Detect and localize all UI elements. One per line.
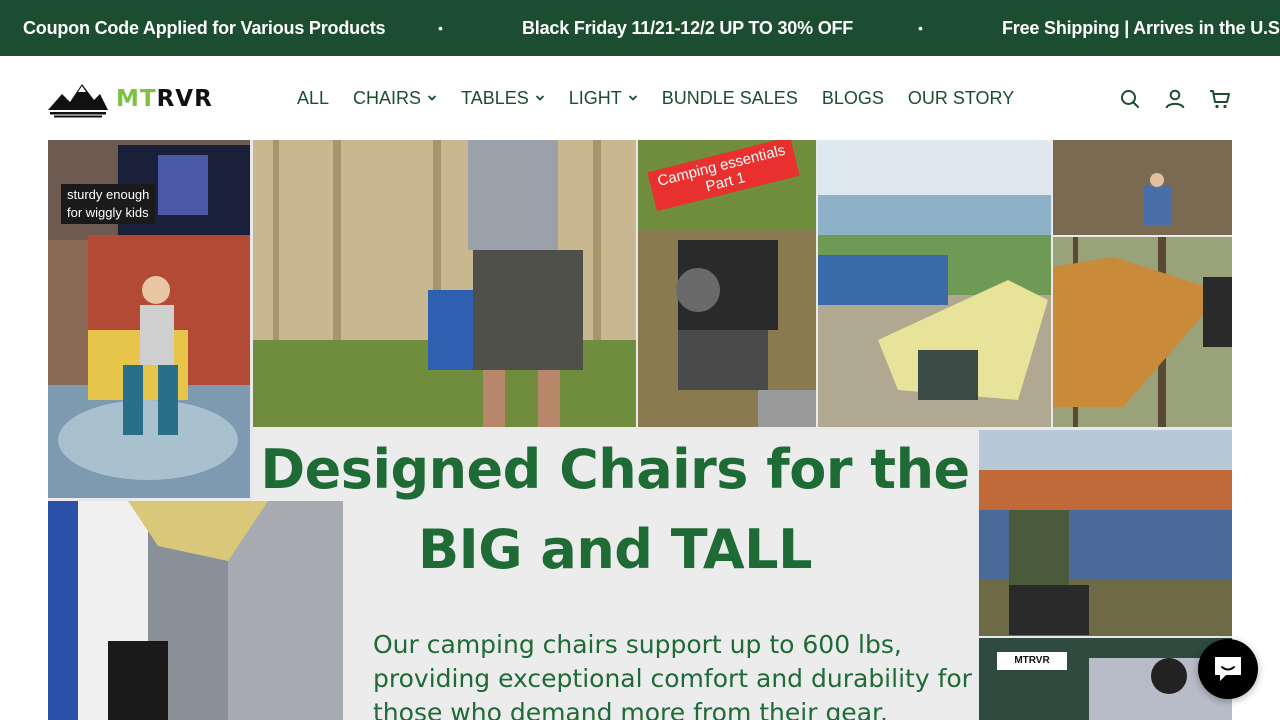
mountain-logo-icon [48, 84, 108, 118]
caption-kids: sturdy enough for wiggly kids [61, 184, 156, 224]
announcement-message[interactable]: Black Friday 11/21-12/2 UP TO 30% OFF [522, 0, 853, 56]
nav-label: OUR STORY [907, 87, 1015, 108]
announcement-separator: • [918, 20, 923, 36]
photo-lake-sunset [979, 430, 1232, 636]
chevron-down-icon [427, 95, 437, 101]
headline-panel: Designed Chairs for the BIG and TALL Our… [253, 430, 977, 720]
hero-body-text: Our camping chairs support up to 600 lbs… [373, 630, 972, 720]
nav-label: LIGHT [568, 87, 622, 108]
site-logo[interactable]: MTRVR [48, 80, 238, 118]
photo-porch-image [48, 501, 343, 720]
nav-label: CHAIRS [353, 87, 422, 108]
photo-fence-chair-image [253, 140, 636, 427]
photo-lake-sunset-image [979, 430, 1232, 636]
hero-banner[interactable]: sturdy enough for wiggly kids Camping es… [48, 140, 1232, 720]
nav-item-bundle-sales[interactable]: BUNDLE SALES [662, 88, 798, 109]
photo-lake-chair [818, 140, 1051, 427]
photo-fence-chair [253, 140, 636, 427]
site-header: MTRVR ALL CHAIRS TABLES LIGHT BUNDLE SAL… [0, 56, 1280, 140]
main-nav: ALL CHAIRS TABLES LIGHT BUNDLE SALES BLO… [297, 82, 1038, 114]
nav-label: ALL [297, 87, 330, 108]
photo-forest-man-image [1053, 140, 1232, 235]
nav-label: TABLES [461, 87, 529, 108]
announcement-separator: • [438, 20, 443, 36]
photo-tent [1053, 237, 1232, 427]
nav-item-chairs[interactable]: CHAIRS [353, 88, 437, 109]
photo-assembly: Camping essentials Part 1 [638, 140, 816, 427]
announcement-message[interactable]: Free Shipping | Arrives in the U.S. in [1002, 0, 1280, 56]
photo-kid-indoor: sturdy enough for wiggly kids [48, 140, 250, 498]
announcement-message[interactable]: Coupon Code Applied for Various Products [23, 0, 386, 56]
cart-icon[interactable] [1208, 87, 1232, 111]
announcement-bar: Coupon Code Applied for Various Products… [0, 0, 1280, 56]
chat-bubble-icon [1215, 657, 1241, 681]
mini-logo: MTRVR [997, 652, 1067, 670]
nav-item-our-story[interactable]: OUR STORY [908, 88, 1014, 109]
hero-subheadline: BIG and TALL [418, 518, 812, 581]
nav-label: BUNDLE SALES [661, 87, 798, 108]
photo-lake-chair-image [818, 140, 1051, 427]
nav-label: BLOGS [821, 87, 884, 108]
photo-forest-man [1053, 140, 1232, 235]
nav-item-light[interactable]: LIGHT [569, 88, 638, 109]
nav-item-tables[interactable]: TABLES [461, 88, 545, 109]
photo-tent-image [1053, 237, 1232, 427]
photo-bottom-right: MTRVR [979, 638, 1232, 720]
logo-wordmark: MTRVR [116, 86, 213, 112]
nav-item-all[interactable]: ALL [297, 88, 329, 109]
search-icon[interactable] [1118, 87, 1142, 111]
chat-launcher-button[interactable] [1198, 639, 1258, 699]
nav-item-blogs[interactable]: BLOGS [822, 88, 884, 109]
account-icon[interactable] [1163, 87, 1187, 111]
photo-bottom-right-image [979, 638, 1232, 720]
header-actions [1097, 87, 1232, 111]
chevron-down-icon [628, 95, 637, 101]
hero-headline: Designed Chairs for the [260, 438, 970, 501]
photo-porch [48, 501, 343, 720]
chevron-down-icon [535, 95, 544, 101]
